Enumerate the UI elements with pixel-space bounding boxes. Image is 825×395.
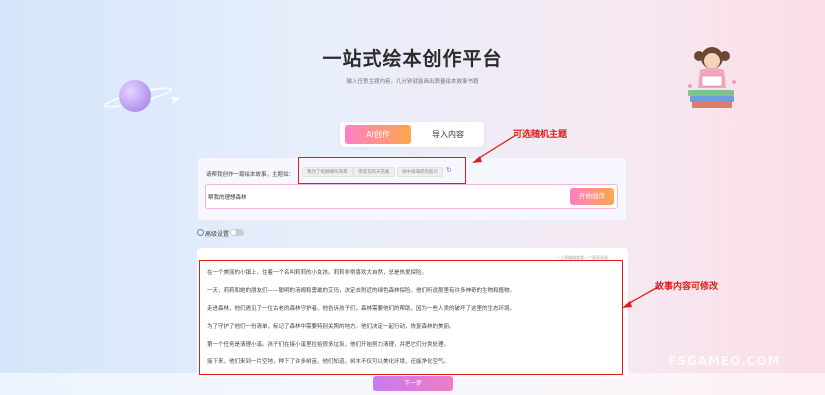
annotation-random-theme: 可选随机主题: [513, 130, 568, 140]
advanced-settings-label: 高级设置: [205, 231, 230, 238]
tab-ai-create[interactable]: AI创作: [345, 125, 411, 144]
story-highlight-box: [199, 260, 623, 375]
start-create-button[interactable]: 开始创作: [570, 188, 614, 205]
paper-plane-icon: ➤: [167, 90, 183, 108]
annotation-editable-story: 故事内容可修改: [655, 282, 719, 292]
prompt-label: 请帮我创作一篇绘本故事，主题如：: [206, 172, 295, 178]
theme-input-value: 帮我的理想森林: [208, 195, 247, 201]
settings-icon: [197, 229, 204, 236]
next-step-button[interactable]: 下一步: [373, 376, 453, 391]
annotation-arrow-icon: [472, 134, 517, 163]
page-subtitle: 输入任意主题内容，几分钟就能画出质量绘本故事书籍: [346, 79, 479, 85]
tab-import-content[interactable]: 导入内容: [418, 125, 478, 144]
watermark: FSGAMEO.COM: [668, 354, 781, 368]
theme-input[interactable]: [205, 184, 618, 209]
page-title: 一站式绘本创作平台: [322, 48, 503, 70]
annotation-arrow-icon: [622, 286, 659, 308]
mode-tab-bar: AI创作 导入内容: [340, 122, 484, 147]
chips-highlight-box: [298, 157, 466, 184]
advanced-settings-toggle[interactable]: [230, 229, 244, 236]
